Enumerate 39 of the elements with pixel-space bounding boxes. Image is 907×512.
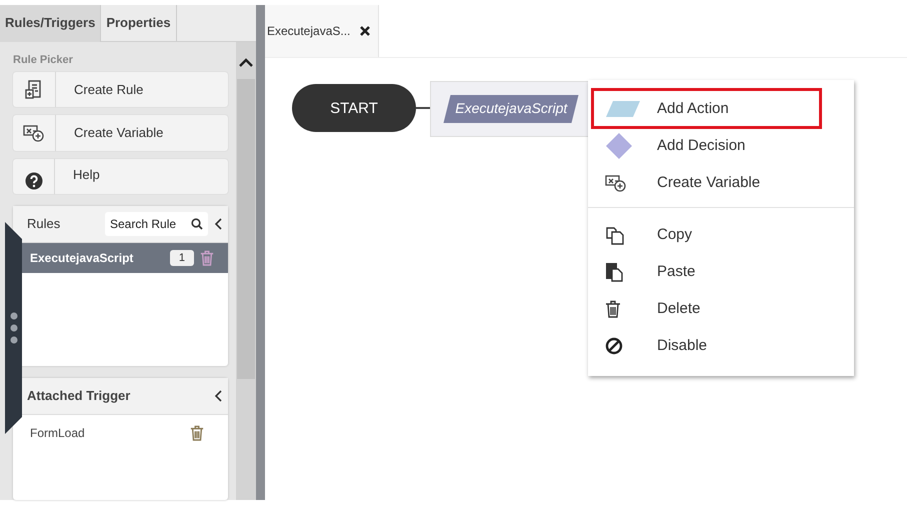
trigger-name: FormLoad <box>30 426 86 440</box>
variable-icon <box>23 124 45 142</box>
picker-button[interactable]: Create Rule <box>13 72 228 108</box>
menu-item[interactable]: Disable <box>593 327 820 364</box>
parallelogram-icon <box>605 100 641 118</box>
action-label: ExecutejavaScript <box>455 100 568 116</box>
rule-name: ExecutejavaScript <box>30 250 134 265</box>
panel-title: Attached Trigger <box>27 388 132 403</box>
scroll-up-icon[interactable] <box>239 58 253 67</box>
document-icon <box>25 80 43 100</box>
section-title: Rule Picker <box>13 54 74 66</box>
copy-icon <box>605 224 625 244</box>
paste-icon <box>605 262 623 282</box>
disable-icon <box>605 336 623 354</box>
variable-icon <box>605 174 627 192</box>
scrollbar[interactable] <box>236 42 256 500</box>
trash-icon[interactable] <box>190 424 204 440</box>
editor-tab[interactable]: ExecutejavaS... <box>265 5 380 57</box>
trash-icon <box>605 300 621 318</box>
collapse-icon[interactable] <box>214 218 222 230</box>
connector-line <box>416 107 430 109</box>
rule-row[interactable]: ExecutejavaScript 1 <box>22 242 228 273</box>
scroll-thumb[interactable] <box>237 79 255 379</box>
picker-button[interactable]: Create Variable <box>13 115 228 151</box>
menu-item[interactable]: Paste <box>593 253 820 290</box>
menu-item[interactable]: Copy <box>593 216 820 253</box>
help-icon <box>24 172 42 190</box>
diamond-icon <box>605 132 633 160</box>
close-icon[interactable] <box>360 26 370 36</box>
sidebar-tab[interactable]: Rules/Triggers <box>0 5 102 42</box>
count-badge: 1 <box>170 250 194 266</box>
search-icon[interactable] <box>189 212 208 236</box>
picker-button[interactable]: Help <box>13 158 228 194</box>
start-node[interactable]: START <box>292 84 416 132</box>
menu-item[interactable]: Create Variable <box>593 164 820 201</box>
menu-item[interactable]: Delete <box>593 290 820 327</box>
collapse-icon[interactable] <box>214 390 222 402</box>
search-field[interactable]: Search Rule <box>105 212 189 236</box>
panel-title: Rules <box>27 216 62 232</box>
